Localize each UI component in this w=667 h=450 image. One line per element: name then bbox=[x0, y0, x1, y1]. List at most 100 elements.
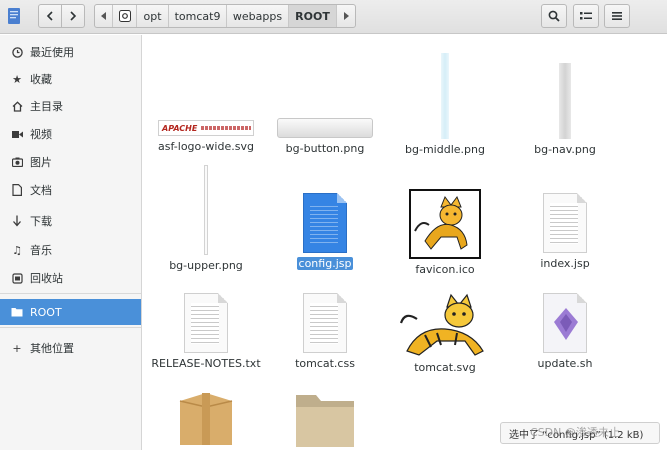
music-icon: ♫ bbox=[12, 243, 22, 257]
download-icon bbox=[10, 215, 24, 227]
clock-icon bbox=[10, 46, 24, 58]
file-item-config-jsp[interactable]: config.jsp bbox=[270, 193, 380, 270]
folder-icon bbox=[296, 395, 354, 447]
asf-logo-thumbnail: APACHE bbox=[158, 120, 254, 136]
document-icon bbox=[303, 293, 347, 353]
files-app-icon bbox=[8, 8, 20, 24]
chevron-right-icon bbox=[70, 11, 77, 21]
file-name: bg-upper.png bbox=[169, 259, 243, 272]
search-button[interactable] bbox=[541, 4, 567, 28]
file-item-update-sh[interactable]: update.sh bbox=[510, 293, 620, 370]
sidebar-item-other-locations[interactable]: + 其他位置 bbox=[0, 335, 141, 361]
file-item-bg-middle[interactable]: bg-middle.png bbox=[390, 53, 500, 156]
video-icon bbox=[10, 130, 24, 139]
folder-icon bbox=[10, 307, 24, 317]
tomcat-cat-icon bbox=[409, 189, 481, 259]
path-segment-tomcat9[interactable]: tomcat9 bbox=[169, 5, 227, 27]
file-item-bg-button[interactable]: bg-button.png bbox=[270, 118, 380, 155]
drive-icon bbox=[118, 10, 131, 22]
file-name: RELEASE-NOTES.txt bbox=[151, 357, 261, 370]
sidebar-item-label: 最近使用 bbox=[30, 46, 74, 59]
path-segment-root[interactable]: ROOT bbox=[289, 5, 337, 27]
bg-nav-thumbnail bbox=[559, 63, 571, 139]
sidebar-item-trash[interactable]: 回收站 bbox=[0, 265, 141, 291]
sidebar-item-label: 其他位置 bbox=[30, 342, 74, 355]
file-grid: APACHE asf-logo-wide.svg bg-button.png b… bbox=[143, 35, 667, 450]
bg-middle-thumbnail bbox=[441, 53, 449, 139]
header-bar: opt tomcat9 webapps ROOT bbox=[0, 0, 667, 34]
sidebar-item-label: ROOT bbox=[30, 305, 62, 319]
sidebar-item-documents[interactable]: 文档 bbox=[0, 177, 141, 203]
triangle-left-icon bbox=[100, 12, 106, 20]
file-item-favicon[interactable]: favicon.ico bbox=[390, 189, 500, 276]
file-item-release-notes[interactable]: RELEASE-NOTES.txt bbox=[151, 293, 261, 370]
document-icon bbox=[184, 293, 228, 353]
back-button[interactable] bbox=[38, 4, 62, 28]
sidebar-item-label: 下载 bbox=[30, 215, 52, 228]
file-item-bg-nav[interactable]: bg-nav.png bbox=[510, 63, 620, 156]
file-name: config.jsp bbox=[296, 257, 354, 270]
home-icon bbox=[10, 100, 24, 112]
sidebar-item-downloads[interactable]: 下载 bbox=[0, 208, 141, 234]
document-icon bbox=[303, 193, 347, 253]
bg-button-thumbnail bbox=[277, 118, 373, 138]
sidebar-item-label: 视频 bbox=[30, 128, 52, 141]
sidebar-item-home[interactable]: 主目录 bbox=[0, 93, 141, 119]
forward-button[interactable] bbox=[61, 4, 85, 28]
sidebar-item-label: 收藏 bbox=[30, 73, 52, 86]
document-icon bbox=[10, 184, 24, 196]
file-name: bg-middle.png bbox=[405, 143, 485, 156]
menu-button[interactable] bbox=[604, 4, 630, 28]
watermark-text: CSDN @渗透未止 bbox=[530, 426, 620, 439]
bg-upper-thumbnail bbox=[204, 165, 208, 255]
trash-icon bbox=[10, 272, 24, 284]
sidebar-item-label: 主目录 bbox=[30, 100, 63, 113]
file-item-tomcat-svg[interactable]: tomcat.svg bbox=[390, 293, 500, 374]
document-icon bbox=[543, 193, 587, 253]
path-scroll-left-button[interactable] bbox=[95, 5, 113, 27]
sidebar-item-root[interactable]: ROOT bbox=[0, 299, 141, 325]
path-root-button[interactable] bbox=[113, 5, 137, 27]
file-item-package[interactable] bbox=[151, 387, 261, 447]
triangle-right-icon bbox=[344, 12, 349, 20]
list-view-icon bbox=[580, 12, 592, 20]
sidebar-item-label: 文档 bbox=[30, 184, 52, 197]
sidebar-item-recent[interactable]: 最近使用 bbox=[0, 39, 141, 65]
script-icon bbox=[543, 293, 587, 353]
file-item-index-jsp[interactable]: index.jsp bbox=[510, 193, 620, 270]
hamburger-menu-icon bbox=[612, 12, 622, 20]
sidebar-item-label: 音乐 bbox=[30, 244, 52, 257]
plus-icon: + bbox=[12, 341, 22, 355]
sidebar-item-label: 回收站 bbox=[30, 272, 63, 285]
chevron-left-icon bbox=[46, 11, 53, 21]
file-name: tomcat.svg bbox=[414, 361, 476, 374]
path-bar: opt tomcat9 webapps ROOT bbox=[94, 4, 356, 28]
package-icon bbox=[179, 393, 233, 445]
path-scroll-right-button[interactable] bbox=[337, 5, 355, 27]
file-item-tomcat-css[interactable]: tomcat.css bbox=[270, 293, 380, 370]
file-name: bg-nav.png bbox=[534, 143, 596, 156]
asf-logo-text: APACHE bbox=[162, 123, 198, 133]
file-name: asf-logo-wide.svg bbox=[158, 140, 254, 153]
file-name: tomcat.css bbox=[295, 357, 355, 370]
file-name: index.jsp bbox=[540, 257, 590, 270]
star-icon: ★ bbox=[12, 72, 22, 86]
sidebar-divider bbox=[0, 293, 141, 294]
sidebar-item-videos[interactable]: 视频 bbox=[0, 121, 141, 147]
sidebar-item-music[interactable]: ♫ 音乐 bbox=[0, 237, 141, 263]
file-item-asf-logo-wide[interactable]: APACHE asf-logo-wide.svg bbox=[151, 120, 261, 153]
camera-icon bbox=[10, 157, 24, 167]
path-segment-webapps[interactable]: webapps bbox=[227, 5, 289, 27]
view-options-button[interactable] bbox=[573, 4, 599, 28]
file-name: bg-button.png bbox=[285, 142, 365, 155]
file-name: update.sh bbox=[537, 357, 593, 370]
sidebar-item-starred[interactable]: ★ 收藏 bbox=[0, 66, 141, 92]
file-item-bg-upper[interactable]: bg-upper.png bbox=[151, 165, 261, 272]
file-item-folder[interactable] bbox=[270, 391, 380, 447]
sidebar-item-pictures[interactable]: 图片 bbox=[0, 149, 141, 175]
search-icon bbox=[548, 10, 560, 22]
sidebar-divider bbox=[0, 327, 141, 328]
path-segment-opt[interactable]: opt bbox=[137, 5, 169, 27]
sidebar: 最近使用 ★ 收藏 主目录 视频 图片 文档 下载 ♫ 音乐 回收站 ROOT … bbox=[0, 35, 142, 450]
sidebar-item-label: 图片 bbox=[30, 156, 52, 169]
